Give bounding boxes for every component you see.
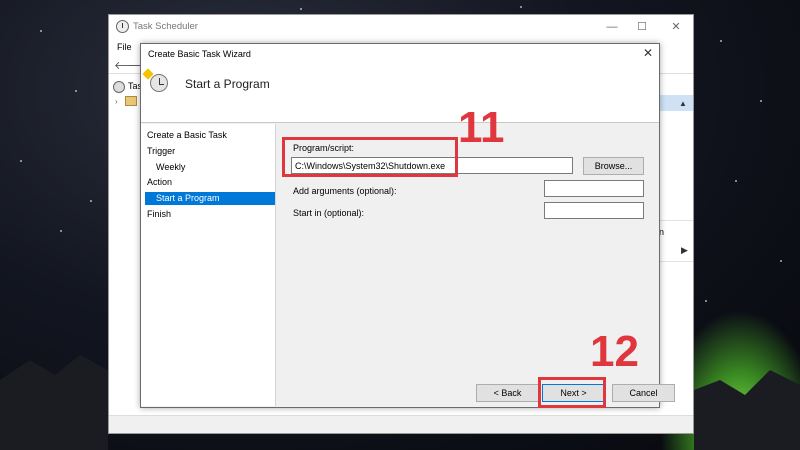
wizard-step[interactable]: Action: [147, 176, 172, 189]
annotation-highlight-program: [282, 137, 458, 177]
page-title: Start a Program: [185, 77, 270, 91]
wizard-step[interactable]: Create a Basic Task: [147, 129, 227, 142]
annotation-step-11: 11: [458, 103, 505, 152]
actions-pane-header[interactable]: [657, 95, 693, 111]
clock-icon: [113, 81, 125, 93]
task-clock-icon: [150, 74, 168, 92]
clock-icon: [116, 20, 129, 33]
wizard-step[interactable]: Trigger: [147, 145, 175, 158]
wizard-steps: Create a Basic Task Trigger Weekly Actio…: [141, 124, 275, 406]
cancel-button[interactable]: Cancel: [612, 384, 675, 402]
maximize-button[interactable]: ☐: [627, 18, 657, 36]
window-title: Task Scheduler: [133, 21, 198, 32]
annotation-highlight-next: [538, 377, 606, 408]
folder-icon: [125, 96, 137, 106]
wizard-step[interactable]: Weekly: [156, 161, 185, 174]
dialog-title-bar[interactable]: Create Basic Task Wizard ✕: [141, 44, 659, 64]
arguments-label: Add arguments (optional):: [293, 186, 397, 196]
menu-file[interactable]: File: [117, 42, 132, 52]
status-bar: [109, 415, 693, 433]
minimize-button[interactable]: —: [597, 18, 627, 36]
chevron-right-icon[interactable]: ›: [115, 97, 118, 106]
caret-up-icon[interactable]: ▲: [679, 99, 687, 108]
dialog-title: Create Basic Task Wizard: [148, 49, 251, 59]
arguments-input[interactable]: [544, 180, 644, 197]
browse-button[interactable]: Browse...: [583, 157, 644, 175]
title-bar[interactable]: Task Scheduler — ☐ ✕: [109, 15, 693, 39]
back-button[interactable]: < Back: [476, 384, 539, 402]
dialog-header: Start a Program: [141, 64, 659, 123]
close-button[interactable]: ✕: [661, 18, 691, 36]
start-in-label: Start in (optional):: [293, 208, 365, 218]
start-in-input[interactable]: [544, 202, 644, 219]
create-basic-task-wizard: Create Basic Task Wizard ✕ Start a Progr…: [140, 43, 675, 408]
wizard-step[interactable]: Finish: [147, 208, 171, 221]
navigation-tree: Tasl ›: [109, 75, 144, 415]
wizard-step-selected[interactable]: Start a Program: [145, 192, 275, 205]
annotation-step-12: 12: [590, 327, 639, 376]
caret-right-icon[interactable]: ▶: [681, 245, 688, 256]
actions-pane: ▲ n ▶: [657, 75, 693, 415]
dialog-close-button[interactable]: ✕: [643, 46, 653, 60]
